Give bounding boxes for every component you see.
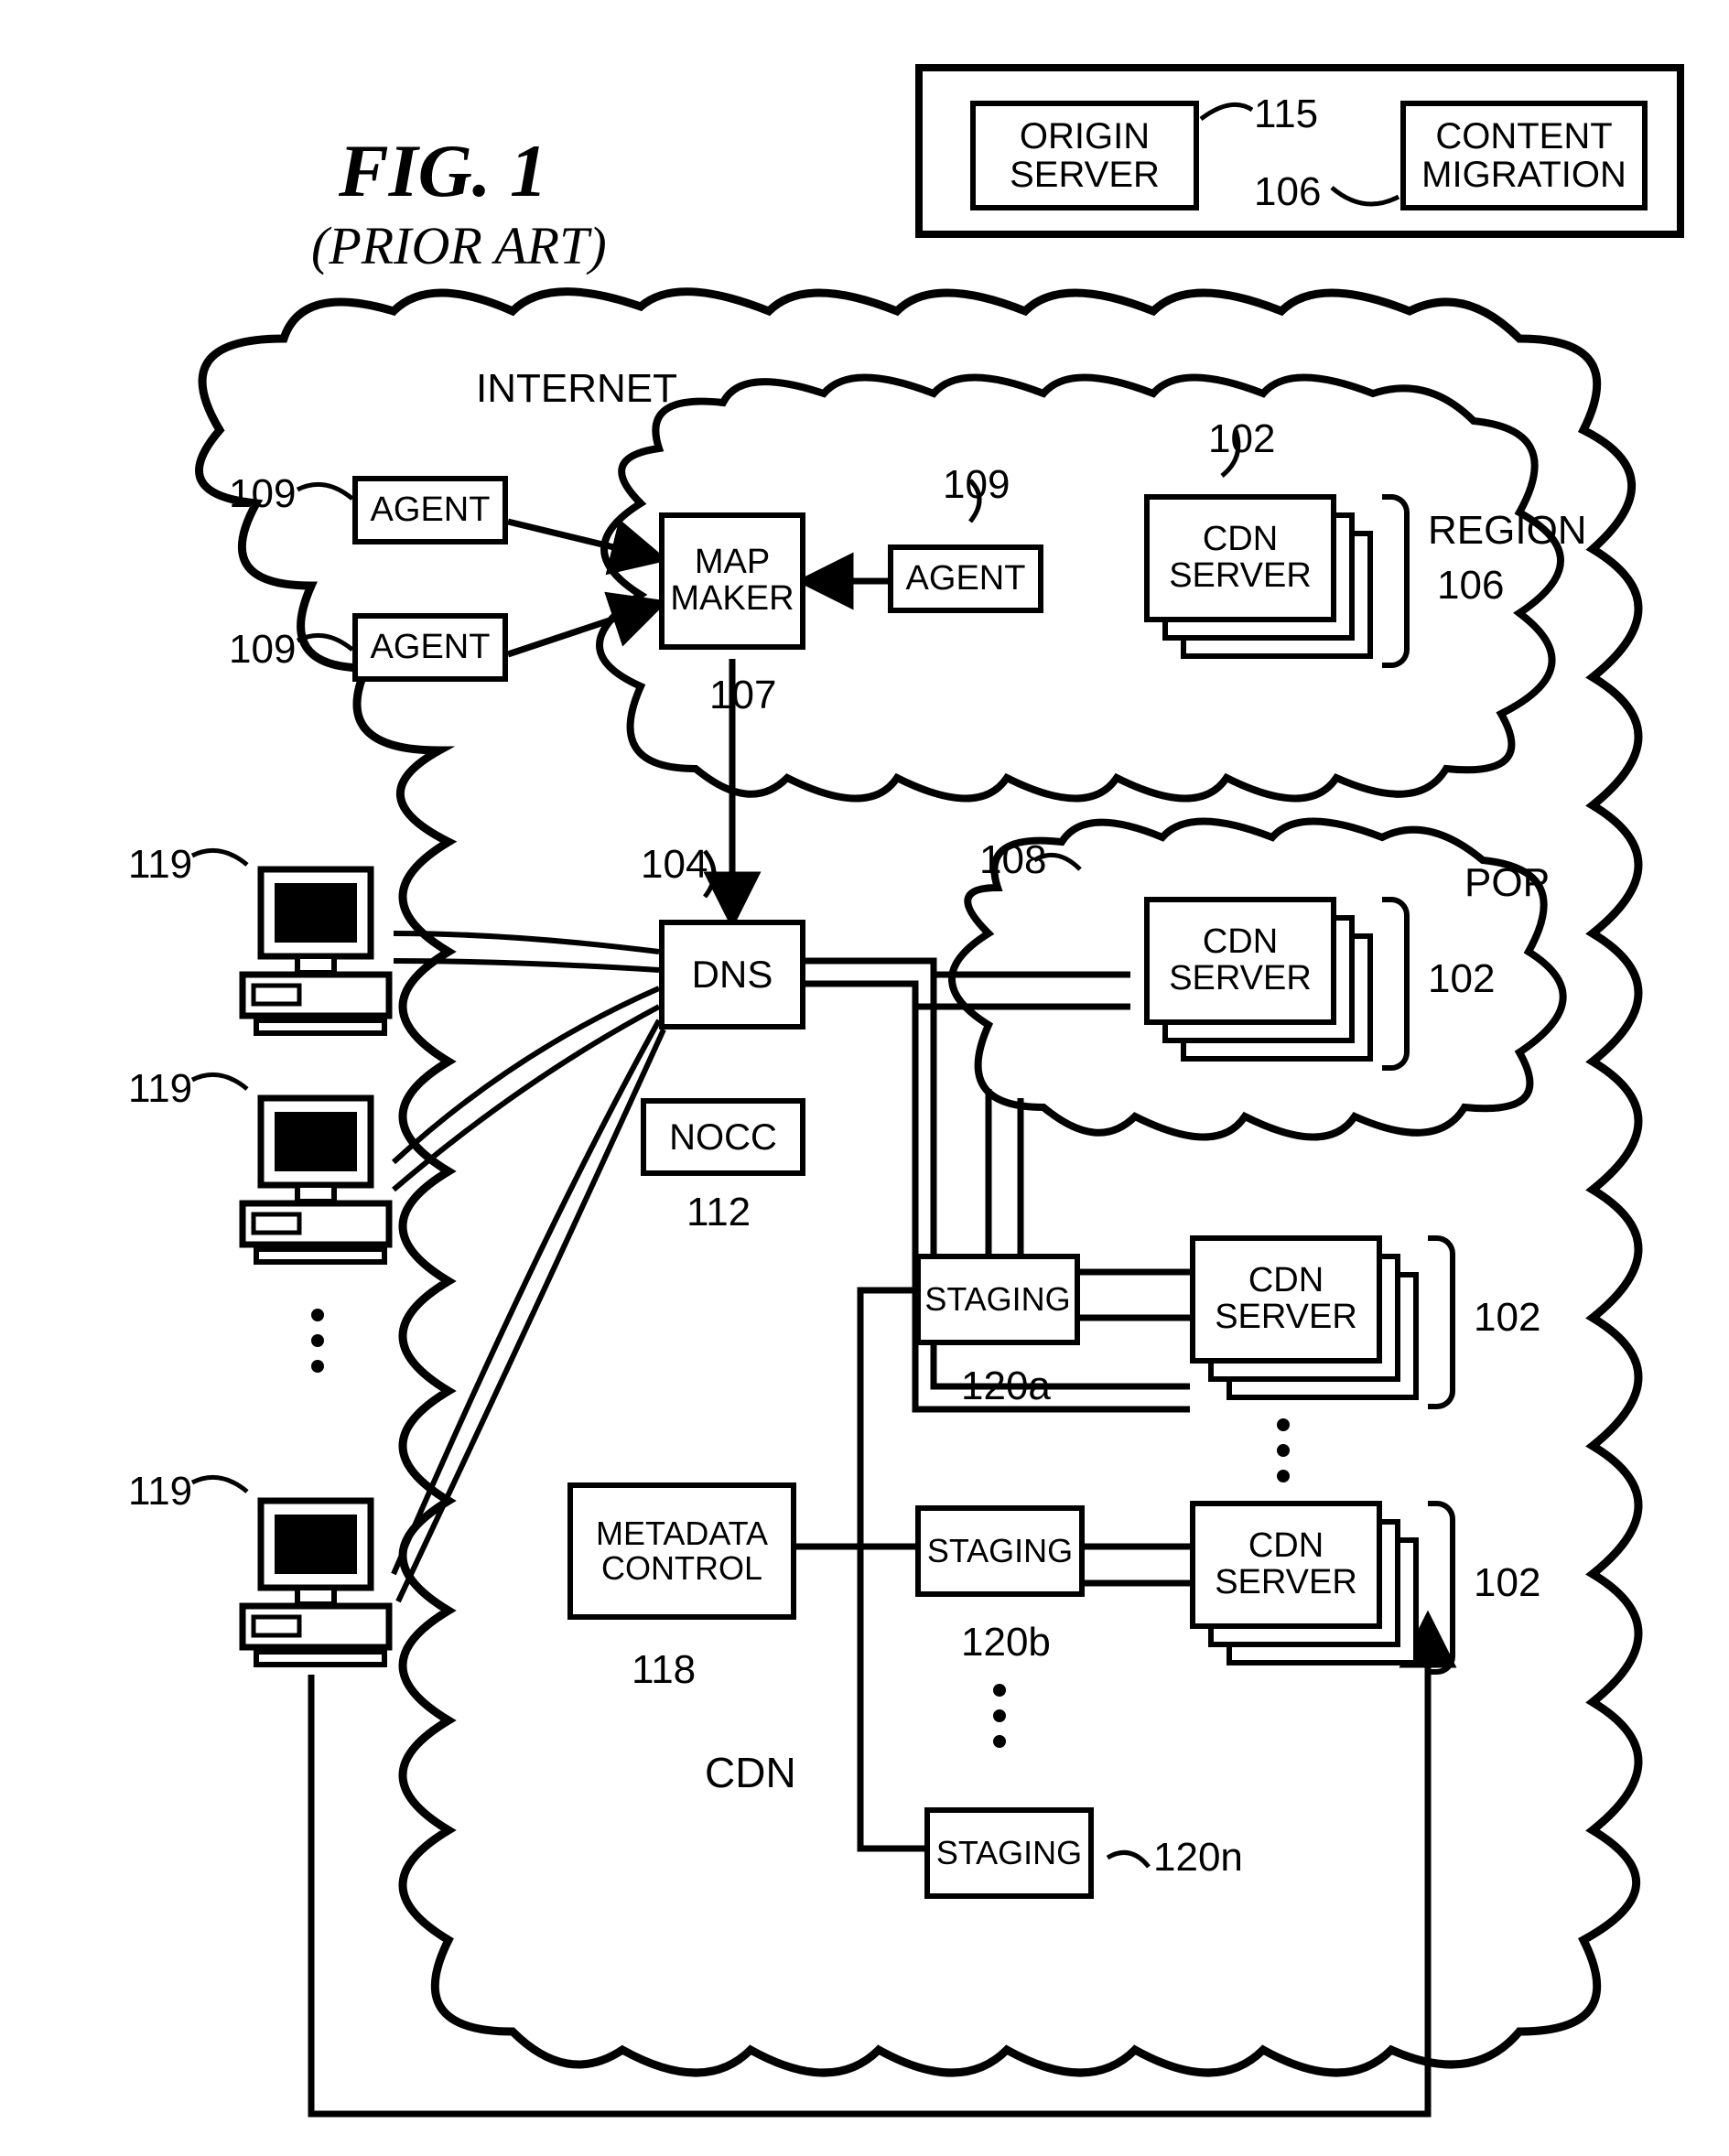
- agent2-ref: 109: [229, 627, 296, 673]
- figure-title: FIG. 1: [339, 128, 547, 214]
- cdn-server-b-ref: 102: [1474, 1560, 1540, 1606]
- metadata-control-box: METADATA CONTROL: [567, 1482, 796, 1620]
- agent3-ref: 109: [943, 462, 1010, 508]
- agent-box-1: AGENT: [352, 476, 508, 544]
- cdn-server-region-ref: 102: [1208, 416, 1275, 462]
- diagram-stage: FIG. 1 (PRIOR ART) ORIGIN SERVER CONTENT…: [0, 0, 1729, 2156]
- staging-box-n: STAGING: [924, 1807, 1094, 1899]
- cdn-server-box-region: CDN SERVER: [1144, 494, 1336, 622]
- dns-ref: 104: [641, 842, 708, 888]
- cloud-and-lines-overlay: [0, 0, 1729, 2156]
- legend-origin-server: ORIGIN SERVER: [970, 101, 1199, 210]
- figure-subtitle: (PRIOR ART): [311, 215, 607, 276]
- metadata-control-ref: 118: [632, 1647, 696, 1693]
- cdn-server-middle-ref: 102: [1474, 1295, 1540, 1341]
- legend-content-migration: CONTENT MIGRATION: [1400, 101, 1648, 210]
- cdn-server-pop-ref: 102: [1428, 956, 1495, 1002]
- staging-b-ref: 120b: [961, 1620, 1051, 1666]
- cdn-server-middle-brace: [1428, 1235, 1455, 1409]
- client-computer-2: [233, 1089, 407, 1277]
- agent-box-2: AGENT: [352, 613, 508, 682]
- pop-cloud-ref: 108: [979, 837, 1046, 883]
- client-3-ref: 119: [128, 1469, 192, 1515]
- staging-box-b: STAGING: [915, 1505, 1085, 1597]
- client-computer-1: [233, 860, 407, 1048]
- vdots-staging: [993, 1684, 1006, 1748]
- staging-box-a: STAGING: [915, 1254, 1080, 1345]
- cdn-server-b-brace: [1428, 1501, 1455, 1675]
- pop-brace: [1382, 897, 1410, 1071]
- client-computer-3: [233, 1492, 407, 1679]
- agent1-ref: 109: [229, 471, 296, 517]
- nocc-box: NOCC: [641, 1098, 805, 1176]
- dns-box: DNS: [659, 920, 805, 1029]
- pop-label: POP: [1464, 860, 1550, 906]
- map-maker-ref: 107: [709, 673, 776, 718]
- cdn-cloud-label: CDN: [705, 1748, 796, 1797]
- cdn-server-box-b: CDN SERVER: [1190, 1501, 1382, 1629]
- map-maker-box: MAP MAKER: [659, 512, 805, 650]
- nocc-ref: 112: [686, 1190, 751, 1235]
- region-brace: [1382, 494, 1410, 668]
- staging-a-ref: 120a: [961, 1364, 1051, 1409]
- client-2-ref: 119: [128, 1066, 192, 1112]
- vdots-cdn-1: [1277, 1418, 1290, 1482]
- vdots-clients: [311, 1309, 324, 1373]
- legend-origin-server-ref: 115: [1254, 92, 1318, 137]
- cdn-server-box-middle: CDN SERVER: [1190, 1235, 1382, 1364]
- client-1-ref: 119: [128, 842, 192, 888]
- cdn-server-box-pop: CDN SERVER: [1144, 897, 1336, 1025]
- cloud-internet-label: INTERNET: [476, 366, 677, 412]
- region-ref: 106: [1437, 563, 1504, 609]
- agent-box-3: AGENT: [888, 544, 1043, 613]
- staging-n-ref: 120n: [1153, 1835, 1243, 1881]
- legend-content-migration-ref: 106: [1254, 169, 1321, 215]
- region-label: REGION: [1428, 508, 1587, 554]
